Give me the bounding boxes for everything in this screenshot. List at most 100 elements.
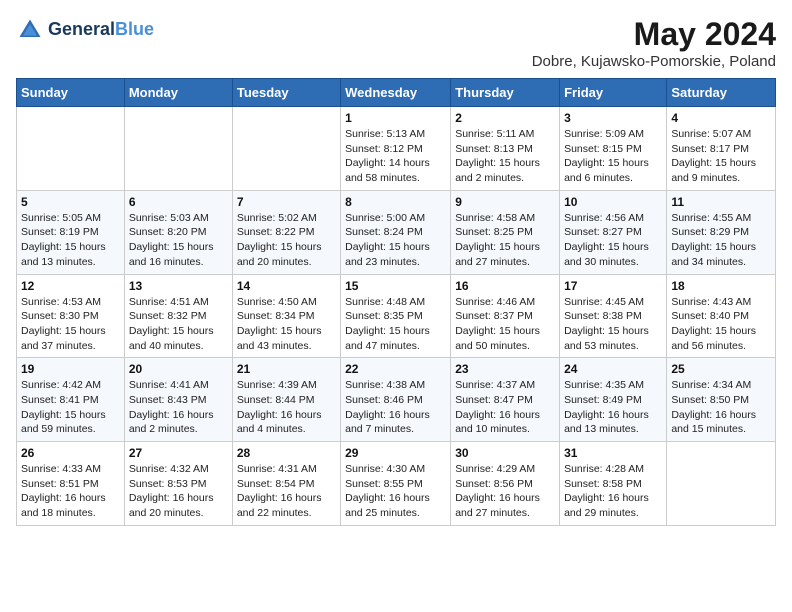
day-cell [232,107,340,191]
day-info: Sunrise: 4:50 AMSunset: 8:34 PMDaylight:… [237,295,336,354]
day-cell: 16Sunrise: 4:46 AMSunset: 8:37 PMDayligh… [451,274,560,358]
day-number: 12 [21,279,120,293]
day-info: Sunrise: 4:41 AMSunset: 8:43 PMDaylight:… [129,378,228,437]
day-number: 27 [129,446,228,460]
header-cell-monday: Monday [124,79,232,107]
header-cell-sunday: Sunday [17,79,125,107]
day-info: Sunrise: 4:46 AMSunset: 8:37 PMDaylight:… [455,295,555,354]
day-cell: 14 Sunrise: 4:50 AMSunset: 8:34 PMDayligh… [232,274,340,358]
logo-text: GeneralBlue [48,20,154,40]
day-info: Sunrise: 4:48 AMSunset: 8:35 PMDaylight:… [345,295,446,354]
day-cell: 4 Sunrise: 5:07 AMSunset: 8:17 PMDaylight… [667,107,776,191]
day-number: 28 [237,446,336,460]
day-number: 10 [564,195,662,209]
calendar-body: 1 Sunrise: 5:13 AMSunset: 8:12 PMDaylight… [17,107,776,526]
day-info: Sunrise: 4:33 AMSunset: 8:51 PMDaylight:… [21,462,120,521]
day-cell: 5Sunrise: 5:05 AMSunset: 8:19 PMDaylight… [17,190,125,274]
day-cell: 11Sunrise: 4:55 AMSunset: 8:29 PMDayligh… [667,190,776,274]
day-number: 24 [564,362,662,376]
day-info: Sunrise: 5:11 AMSunset: 8:13 PMDaylight:… [455,127,555,186]
week-row-5: 26 Sunrise: 4:33 AMSunset: 8:51 PMDayligh… [17,442,776,526]
day-number: 18 [671,279,771,293]
day-info: Sunrise: 4:43 AMSunset: 8:40 PMDaylight:… [671,295,771,354]
header-cell-wednesday: Wednesday [341,79,451,107]
day-number: 25 [671,362,771,376]
week-row-3: 12 Sunrise: 4:53 AMSunset: 8:30 PMDayligh… [17,274,776,358]
day-cell: 26 Sunrise: 4:33 AMSunset: 8:51 PMDayligh… [17,442,125,526]
day-info: Sunrise: 5:02 AMSunset: 8:22 PMDaylight:… [237,211,336,270]
day-cell: 13Sunrise: 4:51 AMSunset: 8:32 PMDayligh… [124,274,232,358]
day-cell: 3 Sunrise: 5:09 AMSunset: 8:15 PMDaylight… [560,107,667,191]
day-number: 26 [21,446,120,460]
day-info: Sunrise: 4:29 AMSunset: 8:56 PMDaylight:… [455,462,555,521]
day-number: 7 [237,195,336,209]
day-number: 15 [345,279,446,293]
day-info: Sunrise: 4:31 AMSunset: 8:54 PMDaylight:… [237,462,336,521]
day-info: Sunrise: 4:38 AMSunset: 8:46 PMDaylight:… [345,378,446,437]
day-number: 22 [345,362,446,376]
day-cell: 12 Sunrise: 4:53 AMSunset: 8:30 PMDayligh… [17,274,125,358]
header-cell-saturday: Saturday [667,79,776,107]
day-cell: 7 Sunrise: 5:02 AMSunset: 8:22 PMDaylight… [232,190,340,274]
day-info: Sunrise: 4:39 AMSunset: 8:44 PMDaylight:… [237,378,336,437]
day-cell: 2Sunrise: 5:11 AMSunset: 8:13 PMDaylight… [451,107,560,191]
day-info: Sunrise: 4:42 AMSunset: 8:41 PMDaylight:… [21,378,120,437]
header-cell-tuesday: Tuesday [232,79,340,107]
day-info: Sunrise: 4:56 AMSunset: 8:27 PMDaylight:… [564,211,662,270]
day-info: Sunrise: 4:34 AMSunset: 8:50 PMDaylight:… [671,378,771,437]
day-number: 20 [129,362,228,376]
day-number: 6 [129,195,228,209]
day-number: 1 [345,111,446,125]
day-info: Sunrise: 4:30 AMSunset: 8:55 PMDaylight:… [345,462,446,521]
logo: GeneralBlue [16,16,154,44]
day-info: Sunrise: 4:32 AMSunset: 8:53 PMDaylight:… [129,462,228,521]
day-info: Sunrise: 5:00 AMSunset: 8:24 PMDaylight:… [345,211,446,270]
header-row: SundayMondayTuesdayWednesdayThursdayFrid… [17,79,776,107]
day-info: Sunrise: 5:13 AMSunset: 8:12 PMDaylight:… [345,127,446,186]
week-row-2: 5Sunrise: 5:05 AMSunset: 8:19 PMDaylight… [17,190,776,274]
day-number: 23 [455,362,555,376]
day-cell: 19Sunrise: 4:42 AMSunset: 8:41 PMDayligh… [17,358,125,442]
day-cell: 17Sunrise: 4:45 AMSunset: 8:38 PMDayligh… [560,274,667,358]
header-cell-friday: Friday [560,79,667,107]
day-cell: 30 Sunrise: 4:29 AMSunset: 8:56 PMDayligh… [451,442,560,526]
day-cell: 9Sunrise: 4:58 AMSunset: 8:25 PMDaylight… [451,190,560,274]
day-cell: 29 Sunrise: 4:30 AMSunset: 8:55 PMDayligh… [341,442,451,526]
day-cell: 6Sunrise: 5:03 AMSunset: 8:20 PMDaylight… [124,190,232,274]
day-number: 29 [345,446,446,460]
day-number: 14 [237,279,336,293]
day-info: Sunrise: 4:55 AMSunset: 8:29 PMDaylight:… [671,211,771,270]
day-number: 4 [671,111,771,125]
day-number: 21 [237,362,336,376]
page-header: GeneralBlue May 2024 Dobre, Kujawsko-Pom… [16,16,776,70]
day-number: 17 [564,279,662,293]
day-cell: 25 Sunrise: 4:34 AMSunset: 8:50 PMDayligh… [667,358,776,442]
day-cell: 24 Sunrise: 4:35 AMSunset: 8:49 PMDayligh… [560,358,667,442]
day-cell: 22 Sunrise: 4:38 AMSunset: 8:46 PMDayligh… [341,358,451,442]
day-number: 30 [455,446,555,460]
header-cell-thursday: Thursday [451,79,560,107]
day-number: 5 [21,195,120,209]
day-number: 3 [564,111,662,125]
day-info: Sunrise: 5:09 AMSunset: 8:15 PMDaylight:… [564,127,662,186]
calendar-table: SundayMondayTuesdayWednesdayThursdayFrid… [16,78,776,526]
day-info: Sunrise: 4:37 AMSunset: 8:47 PMDaylight:… [455,378,555,437]
day-info: Sunrise: 5:07 AMSunset: 8:17 PMDaylight:… [671,127,771,186]
week-row-4: 19Sunrise: 4:42 AMSunset: 8:41 PMDayligh… [17,358,776,442]
day-info: Sunrise: 4:35 AMSunset: 8:49 PMDaylight:… [564,378,662,437]
day-number: 31 [564,446,662,460]
day-info: Sunrise: 4:28 AMSunset: 8:58 PMDaylight:… [564,462,662,521]
day-info: Sunrise: 4:53 AMSunset: 8:30 PMDaylight:… [21,295,120,354]
day-number: 8 [345,195,446,209]
day-info: Sunrise: 4:51 AMSunset: 8:32 PMDaylight:… [129,295,228,354]
day-cell: 1 Sunrise: 5:13 AMSunset: 8:12 PMDaylight… [341,107,451,191]
day-cell: 18 Sunrise: 4:43 AMSunset: 8:40 PMDayligh… [667,274,776,358]
day-cell [124,107,232,191]
day-cell: 31 Sunrise: 4:28 AMSunset: 8:58 PMDayligh… [560,442,667,526]
week-row-1: 1 Sunrise: 5:13 AMSunset: 8:12 PMDaylight… [17,107,776,191]
day-cell: 23 Sunrise: 4:37 AMSunset: 8:47 PMDayligh… [451,358,560,442]
day-info: Sunrise: 4:58 AMSunset: 8:25 PMDaylight:… [455,211,555,270]
day-cell [667,442,776,526]
day-cell: 15 Sunrise: 4:48 AMSunset: 8:35 PMDayligh… [341,274,451,358]
day-cell [17,107,125,191]
